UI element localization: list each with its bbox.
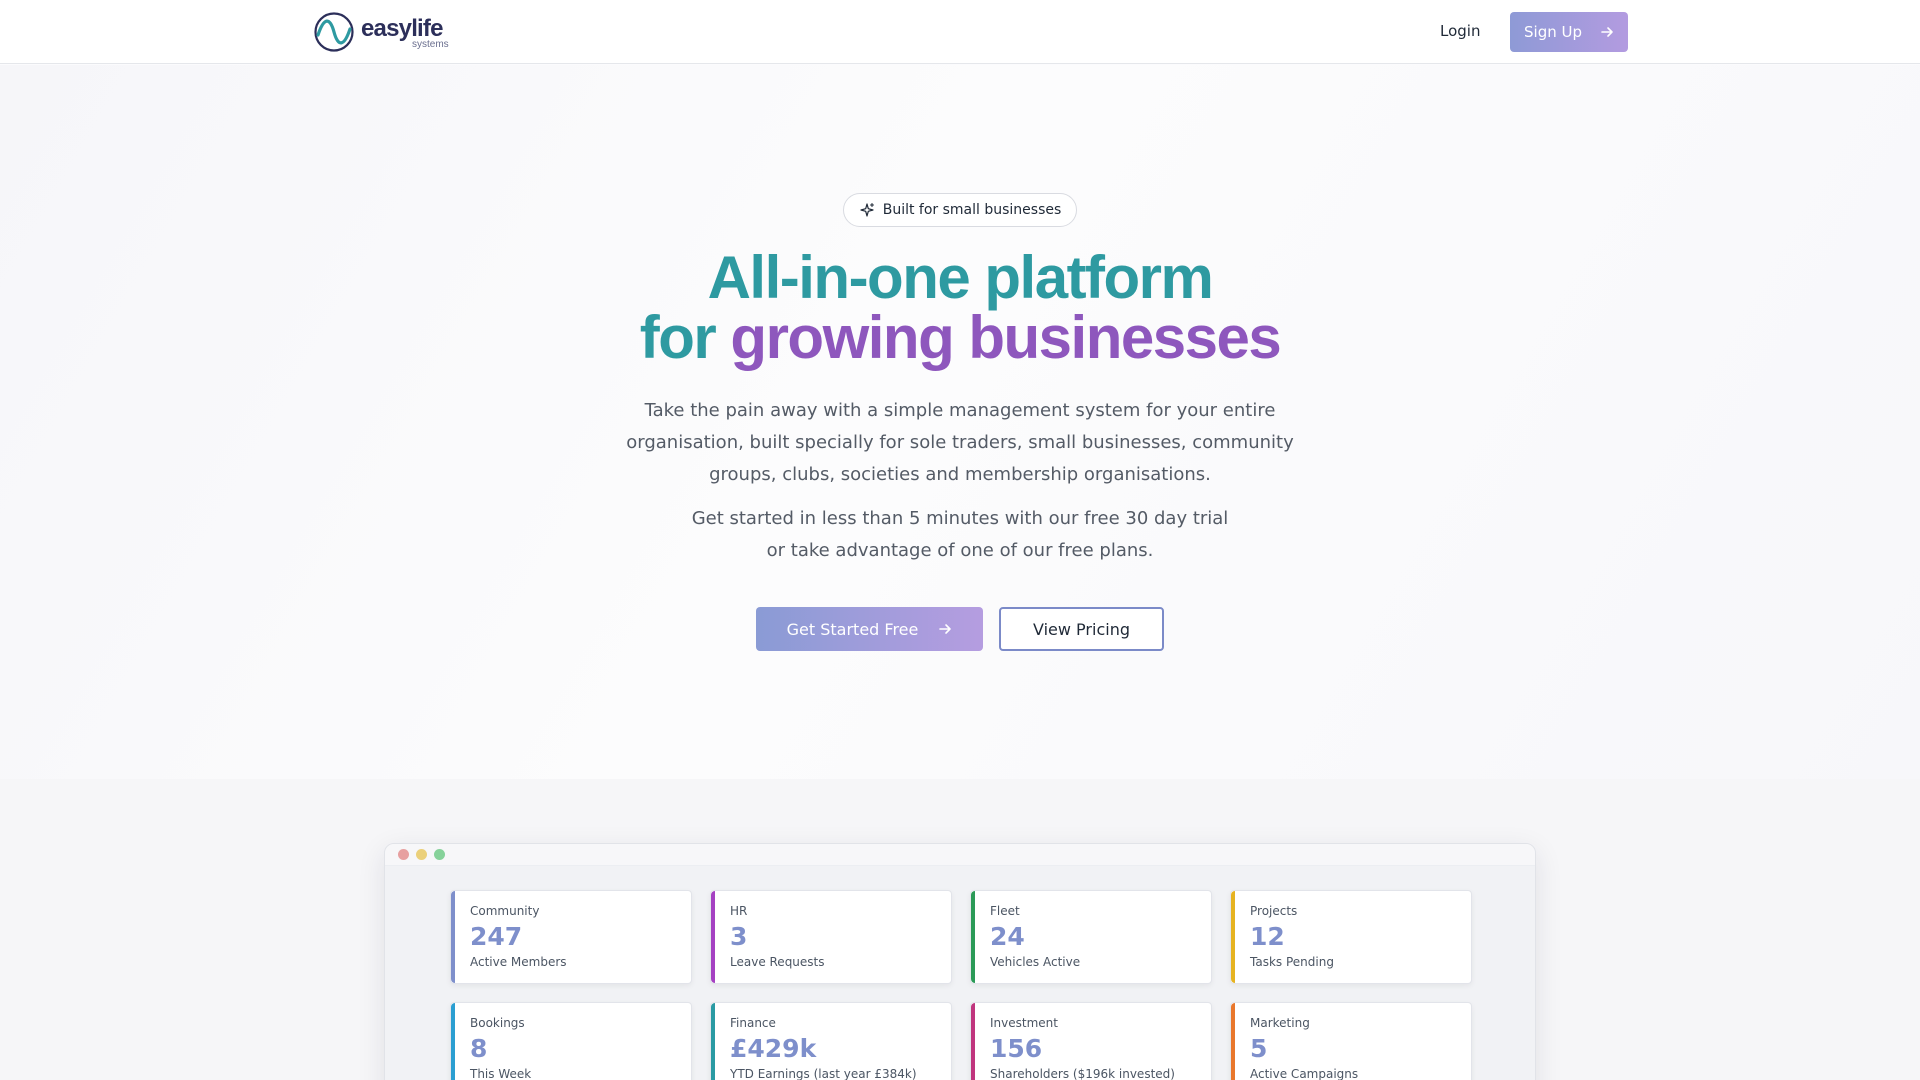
stat-card-label: This Week [470, 1067, 532, 1080]
brand-logo[interactable]: easylife systems [313, 11, 453, 53]
stat-card-value: 8 [470, 1034, 488, 1063]
get-started-button[interactable]: Get Started Free [756, 607, 983, 651]
stat-card-bookings: Bookings 8 This Week [450, 1002, 692, 1080]
wave-logo-icon [314, 12, 354, 52]
hero-badge-label: Built for small businesses [882, 202, 1062, 218]
trial-line-2: or take advantage of one of our free pla… [766, 540, 1154, 561]
stat-card-category: Fleet [990, 904, 1020, 918]
stat-card-community: Community 247 Active Members [450, 890, 692, 984]
signup-button[interactable]: Sign Up [1510, 12, 1628, 52]
get-started-label: Get Started Free [786, 619, 919, 639]
dashboard-preview-window: Community 247 Active Members HR 3 Leave … [384, 843, 1536, 1080]
stat-card-category: Bookings [470, 1016, 525, 1030]
top-nav: easylife systems Login Sign Up [0, 0, 1920, 64]
stat-card-value: £429k [730, 1034, 817, 1063]
stat-card-hr: HR 3 Leave Requests [710, 890, 952, 984]
stat-card-label: Active Members [470, 955, 567, 969]
stat-card-value: 156 [990, 1034, 1043, 1063]
stat-card-investment: Investment 156 Shareholders ($196k inves… [970, 1002, 1212, 1080]
stat-card-value: 5 [1250, 1034, 1268, 1063]
stat-card-value: 12 [1250, 922, 1285, 951]
headline-line-2-highlight: growing businesses [730, 304, 1281, 371]
view-pricing-button[interactable]: View Pricing [999, 607, 1164, 651]
stat-card-value: 24 [990, 922, 1025, 951]
stat-card-category: Community [470, 904, 540, 918]
brand-tagline: systems [412, 39, 449, 50]
stat-card-label: Tasks Pending [1250, 955, 1334, 969]
stat-card-label: Shareholders ($196k invested) [990, 1067, 1175, 1080]
stat-card-fleet: Fleet 24 Vehicles Active [970, 890, 1212, 984]
stat-card-marketing: Marketing 5 Active Campaigns [1230, 1002, 1472, 1080]
hero-badge: Built for small businesses [843, 193, 1077, 227]
hero-trial-text: Get started in less than 5 minutes with … [610, 503, 1310, 567]
stat-card-category: HR [730, 904, 748, 918]
headline-line-1: All-in-one platform [707, 244, 1214, 311]
stat-card-label: Active Campaigns [1250, 1067, 1359, 1080]
stat-card-value: 3 [730, 922, 748, 951]
stat-card-label: YTD Earnings (last year £384k) [730, 1067, 917, 1080]
arrow-right-icon [939, 624, 952, 634]
window-title-bar [385, 844, 1535, 866]
stat-card-label: Leave Requests [730, 955, 825, 969]
stat-card-category: Projects [1250, 904, 1298, 918]
login-link[interactable]: Login [1440, 22, 1480, 40]
hero-headline: All-in-one platform for growing business… [0, 248, 1920, 368]
stat-card-value: 247 [470, 922, 523, 951]
stat-card-projects: Projects 12 Tasks Pending [1230, 890, 1472, 984]
headline-line-2-prefix: for [639, 304, 717, 371]
stat-card-label: Vehicles Active [990, 955, 1081, 969]
window-minimize-dot [416, 849, 427, 860]
stat-card-category: Investment [990, 1016, 1058, 1030]
signup-button-label: Sign Up [1524, 23, 1582, 41]
arrow-right-icon [1601, 27, 1613, 37]
hero-description: Take the pain away with a simple managem… [626, 400, 1294, 485]
window-close-dot [398, 849, 409, 860]
stat-card-finance: Finance £429k YTD Earnings (last year £3… [710, 1002, 952, 1080]
stat-card-category: Marketing [1250, 1016, 1310, 1030]
trial-line-1: Get started in less than 5 minutes with … [691, 508, 1229, 529]
stat-card-category: Finance [730, 1016, 776, 1030]
window-maximize-dot [434, 849, 445, 860]
sparkle-icon [860, 202, 874, 217]
